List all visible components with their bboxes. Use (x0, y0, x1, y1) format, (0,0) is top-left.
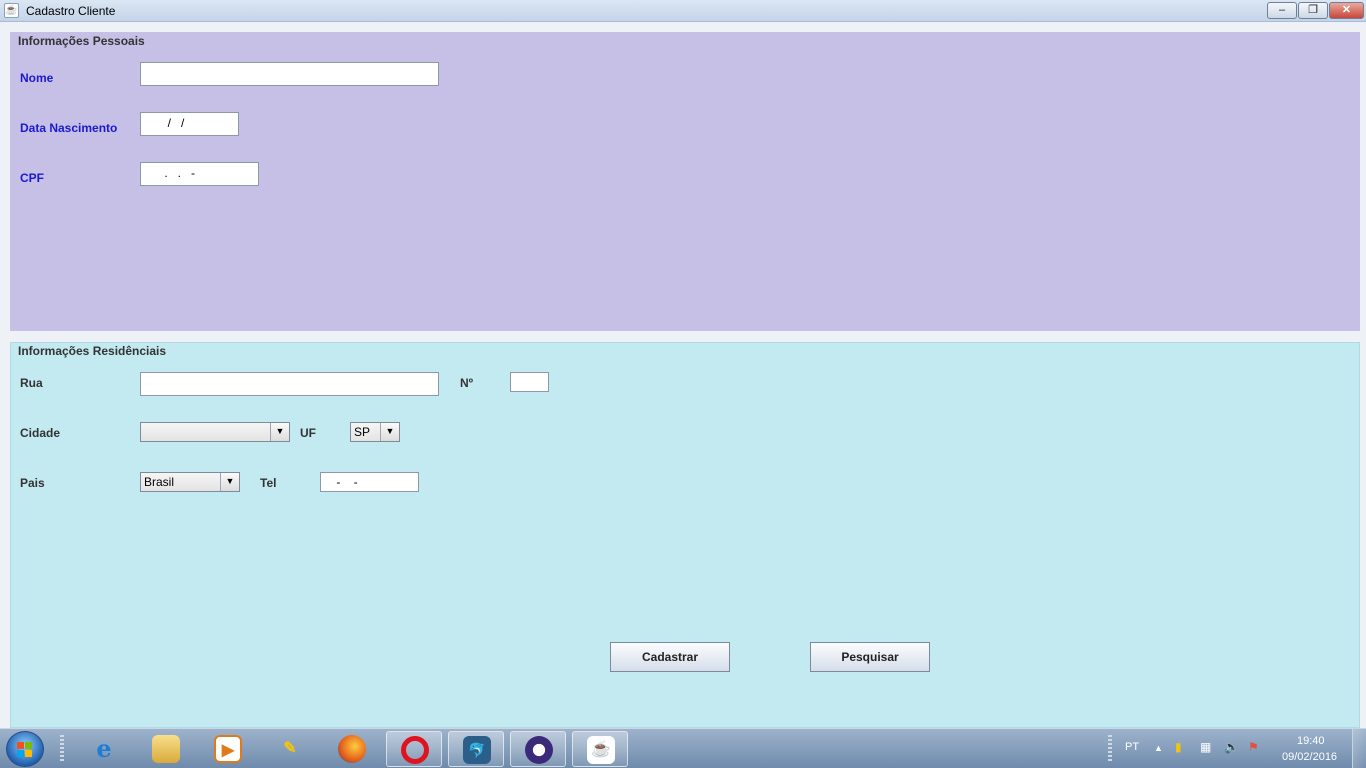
personal-info-title: Informações Pessoais (18, 34, 145, 48)
media-player-icon[interactable]: ▶ (200, 731, 256, 767)
rua-input[interactable] (140, 372, 439, 396)
cidade-label: Cidade (20, 426, 61, 440)
residential-info-panel: Informações Residênciais Rua Nº Cidade ▼… (10, 342, 1360, 728)
residential-info-title: Informações Residênciais (18, 344, 167, 358)
chevron-down-icon[interactable]: ▼ (220, 473, 239, 491)
start-button[interactable] (6, 731, 44, 767)
taskbar-grip (60, 735, 64, 763)
tray-grip (1108, 735, 1112, 763)
numero-label: Nº (460, 376, 474, 390)
action-center-icon[interactable]: ⚑ (1248, 740, 1259, 754)
taskbar: e ▶ ✎ 🐬 ☕ PT ▲ ▮ ▦ 🔈 ⚑ 19:40 09/02/2016 (0, 728, 1366, 768)
tel-input[interactable]: - - (320, 472, 419, 492)
nome-label: Nome (20, 71, 54, 85)
clock-date[interactable]: 09/02/2016 (1282, 751, 1337, 763)
close-button[interactable]: ✕ (1329, 2, 1364, 19)
uf-value: SP (354, 425, 371, 439)
nome-input[interactable] (140, 62, 439, 86)
pais-label: Pais (20, 476, 45, 490)
cpf-input[interactable]: . . - (140, 162, 259, 186)
chevron-down-icon[interactable]: ▼ (380, 423, 399, 441)
pais-value: Brasil (144, 475, 175, 489)
java-app-icon: ☕ (4, 3, 19, 18)
firefox-icon[interactable] (324, 731, 380, 767)
numero-input[interactable] (510, 372, 549, 392)
show-hidden-icons-icon[interactable]: ▲ (1154, 743, 1163, 753)
clock-time[interactable]: 19:40 (1297, 735, 1325, 747)
cpf-label: CPF (20, 171, 44, 185)
tel-label: Tel (260, 476, 277, 490)
eclipse-icon[interactable] (510, 731, 566, 767)
maximize-button[interactable]: ❐ (1298, 2, 1328, 19)
mysql-workbench-icon[interactable]: 🐬 (448, 731, 504, 767)
file-explorer-icon[interactable] (138, 731, 194, 767)
chevron-down-icon[interactable]: ▼ (270, 423, 289, 441)
pais-combobox[interactable]: Brasil ▼ (140, 472, 240, 492)
network-icon[interactable]: ▦ (1200, 740, 1211, 754)
uf-label: UF (300, 426, 316, 440)
language-indicator[interactable]: PT (1125, 741, 1139, 753)
title-bar: ☕ Cadastro Cliente – ❐ ✕ (0, 0, 1366, 22)
minimize-button[interactable]: – (1267, 2, 1297, 19)
volume-icon[interactable]: 🔈 (1224, 740, 1239, 754)
show-desktop-button[interactable] (1352, 729, 1366, 768)
tools-icon[interactable]: ✎ (262, 731, 318, 767)
uf-combobox[interactable]: SP ▼ (350, 422, 400, 442)
cidade-combobox[interactable]: ▼ (140, 422, 290, 442)
data-nascimento-label: Data Nascimento (20, 121, 118, 135)
rua-label: Rua (20, 376, 43, 390)
window-title: Cadastro Cliente (26, 4, 116, 18)
data-nascimento-input[interactable]: / / (140, 112, 239, 136)
windows-logo-icon (17, 742, 33, 758)
personal-info-panel: Informações Pessoais Nome Data Nasciment… (10, 32, 1360, 331)
internet-explorer-icon[interactable]: e (76, 731, 132, 767)
signal-icon[interactable]: ▮ (1175, 740, 1182, 754)
opera-icon[interactable] (386, 731, 442, 767)
cadastrar-button[interactable]: Cadastrar (610, 642, 730, 672)
pesquisar-button[interactable]: Pesquisar (810, 642, 930, 672)
java-icon[interactable]: ☕ (572, 731, 628, 767)
